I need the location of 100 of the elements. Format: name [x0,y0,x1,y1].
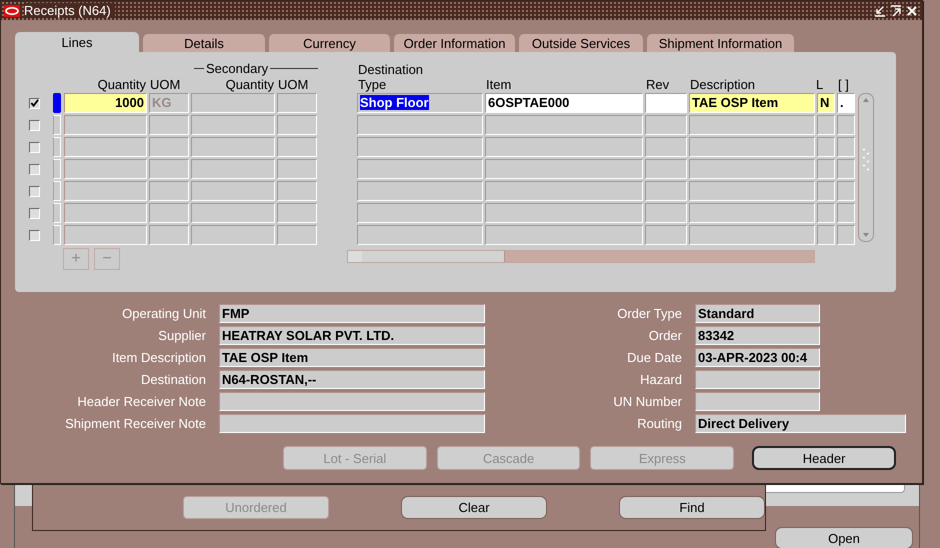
table-cell[interactable] [64,181,147,201]
tab[interactable]: Order Information [394,34,515,52]
table-cell[interactable] [485,137,643,157]
checkbox[interactable] [29,208,40,218]
table-cell[interactable] [277,225,317,245]
table-cell[interactable] [689,181,815,201]
table-cell[interactable] [149,225,189,245]
table-cell[interactable] [64,159,147,179]
table-cell[interactable] [645,225,687,245]
tab[interactable]: Details [143,34,265,52]
table-cell[interactable] [357,181,483,201]
checkbox[interactable] [29,164,40,174]
table-cell[interactable] [689,115,815,135]
table-cell[interactable] [357,159,483,179]
text-field[interactable]: Direct Delivery [695,414,906,432]
table-cell[interactable] [485,203,643,223]
text-field[interactable]: HEATRAY SOLAR PVT. LTD. [219,326,485,344]
table-cell[interactable] [191,137,275,157]
table-cell[interactable] [357,115,483,135]
checkbox[interactable] [29,120,40,130]
table-cell[interactable] [485,181,643,201]
table-cell[interactable] [645,159,687,179]
table-cell[interactable] [837,225,855,245]
table-cell[interactable] [149,115,189,135]
table-cell[interactable] [277,137,317,157]
table-cell[interactable] [64,225,147,245]
table-cell[interactable] [191,115,275,135]
table-cell[interactable] [191,181,275,201]
table-cell[interactable] [149,181,189,201]
table-cell[interactable] [191,225,275,245]
table-cell[interactable]: TAE OSP Item [689,93,815,113]
table-cell[interactable] [277,115,317,135]
table-cell[interactable]: N [817,93,835,113]
horizontal-scrollbar[interactable] [347,250,815,263]
table-cell[interactable] [645,203,687,223]
text-field[interactable]: N64-ROSTAN,-- [219,370,485,388]
table-cell[interactable] [357,203,483,223]
table-cell[interactable] [837,181,855,201]
table-cell[interactable] [645,115,687,135]
table-cell[interactable] [837,159,855,179]
table-cell[interactable] [817,225,835,245]
table-cell[interactable] [485,159,643,179]
table-cell[interactable] [817,137,835,157]
table-cell[interactable] [837,203,855,223]
checkbox[interactable] [29,186,40,196]
table-cell[interactable] [357,225,483,245]
text-field[interactable]: 83342 [695,326,820,344]
table-cell[interactable] [837,115,855,135]
table-cell[interactable]: 1000 [64,93,147,113]
table-cell[interactable] [277,181,317,201]
table-cell[interactable] [817,203,835,223]
table-cell[interactable] [817,115,835,135]
text-field[interactable] [219,414,485,432]
table-cell[interactable] [64,115,147,135]
table-cell[interactable] [64,203,147,223]
table-cell[interactable] [837,137,855,157]
text-field[interactable]: FMP [219,304,485,322]
maximize-icon[interactable] [890,4,902,16]
table-cell[interactable] [277,159,317,179]
table-cell[interactable] [191,93,275,113]
text-field[interactable] [695,370,820,388]
tab[interactable]: Currency [269,34,390,52]
text-field[interactable] [219,392,485,410]
open-button[interactable]: Open [775,527,913,548]
dialog-button[interactable]: Find [619,496,765,519]
table-cell[interactable] [689,137,815,157]
tab[interactable]: Outside Services [519,34,643,52]
text-field[interactable] [695,392,820,410]
action-button[interactable]: Header [752,446,896,470]
close-icon[interactable] [906,4,918,16]
vertical-scrollbar[interactable] [858,93,874,242]
checkbox[interactable] [29,142,40,152]
minimize-icon[interactable] [874,4,886,16]
text-field[interactable]: Standard [695,304,820,322]
tab[interactable]: Lines [15,32,139,53]
table-cell[interactable] [485,115,643,135]
table-cell[interactable] [689,159,815,179]
table-cell[interactable] [64,137,147,157]
table-cell[interactable] [645,137,687,157]
table-cell[interactable]: . [837,93,855,113]
table-cell[interactable] [191,159,275,179]
table-cell[interactable] [149,203,189,223]
table-cell[interactable]: Shop Floor [357,93,483,113]
table-cell[interactable] [149,137,189,157]
table-cell[interactable] [277,203,317,223]
table-cell[interactable] [191,203,275,223]
tab[interactable]: Shipment Information [647,34,794,52]
text-field[interactable]: TAE OSP Item [219,348,485,366]
table-cell[interactable] [645,181,687,201]
table-cell[interactable] [817,181,835,201]
table-cell[interactable]: 6OSPTAE000 [485,93,643,113]
table-cell[interactable] [357,137,483,157]
table-cell[interactable] [689,203,815,223]
text-field[interactable]: 03-APR-2023 00:4 [695,348,820,366]
table-cell[interactable] [645,93,687,113]
checkbox[interactable] [29,230,40,240]
table-cell[interactable] [689,225,815,245]
table-cell[interactable] [817,159,835,179]
checkbox[interactable] [29,98,40,108]
table-cell[interactable] [485,225,643,245]
